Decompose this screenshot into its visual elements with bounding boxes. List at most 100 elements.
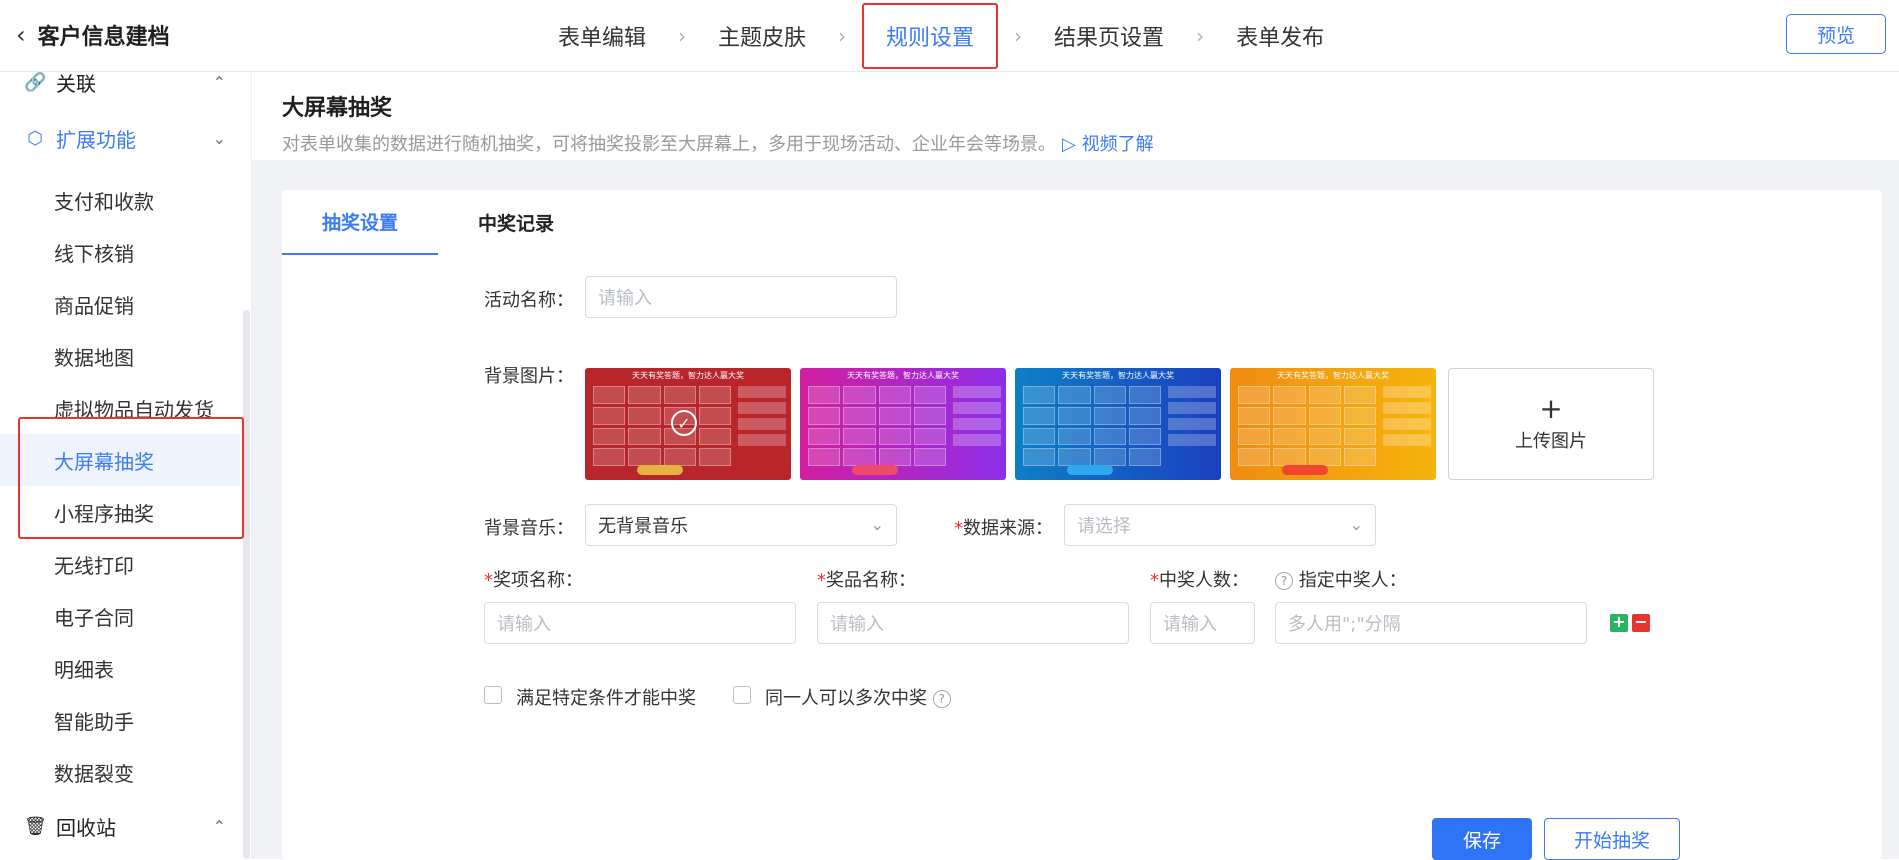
chevron-right-icon: ›	[1014, 24, 1023, 48]
bg-music-label: 背景音乐：	[484, 518, 574, 539]
play-circle-icon: ▷	[1062, 134, 1076, 155]
thumb-title: 天天有奖答题，智力达人赢大奖	[632, 371, 744, 380]
save-button[interactable]: 保存	[1432, 818, 1532, 860]
thumb-grid	[808, 386, 946, 466]
preview-button[interactable]: 预览	[1786, 14, 1886, 54]
lottery-card: 抽奖设置 中奖记录 活动名称： 请输入 背景图片： 天天有奖答题，智力达人赢大奖…	[282, 190, 1882, 860]
form-title: 客户信息建档	[37, 25, 170, 50]
start-lottery-button[interactable]: 开始抽奖	[1544, 818, 1680, 860]
data-source-select[interactable]: 请选择 ⌄	[1064, 504, 1376, 546]
winner-count-label: *中奖人数：	[1150, 570, 1249, 591]
data-source-label: *数据来源：	[954, 518, 1053, 539]
sidebar-group-label: 回收站	[56, 815, 116, 840]
chevron-left-icon: ‹	[16, 21, 26, 49]
chevron-up-icon: ⌃	[212, 72, 226, 92]
sidebar: 🔗 关联 ⌃ ⬡ 扩展功能 ⌄ 支付和收款 线下核销 商品促销 数据地图 虚拟物…	[0, 72, 252, 859]
tab-lottery-settings[interactable]: 抽奖设置	[282, 190, 438, 255]
thumb-button	[1067, 465, 1113, 475]
step-theme-skin[interactable]: 主题皮肤	[700, 3, 824, 69]
thumb-side	[1383, 386, 1431, 458]
thumb-grid	[1238, 386, 1376, 466]
thumb-title: 天天有奖答题，智力达人赢大奖	[847, 371, 959, 380]
sidebar-item-wireless-print[interactable]: 无线打印	[0, 538, 240, 590]
bg-thumb-red[interactable]: 天天有奖答题，智力达人赢大奖 ✓	[585, 368, 791, 480]
description-text: 对表单收集的数据进行随机抽奖，可将抽奖投影至大屏幕上，多用于现场活动、企业年会等…	[282, 134, 1056, 155]
sidebar-scrollbar[interactable]	[243, 310, 250, 859]
thumb-side	[1168, 386, 1216, 458]
winner-count-input[interactable]: 请输入	[1150, 602, 1255, 644]
help-icon: ?	[1275, 572, 1293, 590]
upload-image-button[interactable]: + 上传图片	[1448, 368, 1654, 480]
step-form-edit[interactable]: 表单编辑	[540, 3, 664, 69]
sidebar-item-data-map[interactable]: 数据地图	[0, 330, 240, 382]
bg-thumb-purple[interactable]: 天天有奖答题，智力达人赢大奖	[800, 368, 1006, 480]
bg-image-label: 背景图片：	[484, 366, 574, 387]
sidebar-group-label: 扩展功能	[56, 127, 136, 152]
step-nav: 表单编辑 › 主题皮肤 › 规则设置 › 结果页设置 › 表单发布	[540, 0, 1342, 72]
bg-music-select[interactable]: 无背景音乐 ⌄	[585, 504, 897, 546]
data-source-placeholder: 请选择	[1077, 516, 1131, 537]
sidebar-item-detail-table[interactable]: 明细表	[0, 642, 240, 694]
chevron-right-icon: ›	[838, 24, 847, 48]
assigned-winner-input[interactable]: 多人用";"分隔	[1275, 602, 1587, 644]
thumb-grid	[1023, 386, 1161, 466]
cube-icon: ⬡	[27, 127, 43, 149]
chevron-down-icon: ⌄	[212, 128, 226, 148]
thumb-side	[738, 386, 786, 458]
sidebar-item-big-screen-lottery[interactable]: 大屏幕抽奖	[0, 434, 240, 486]
remove-row-icon[interactable]: −	[1632, 614, 1650, 632]
video-link-label: 视频了解	[1081, 134, 1154, 155]
multi-win-checkbox-label: 同一人可以多次中奖 ?	[765, 684, 951, 710]
video-link[interactable]: ▷ 视频了解	[1062, 134, 1154, 155]
thumb-grid	[593, 386, 731, 466]
multi-win-checkbox[interactable]	[733, 686, 751, 704]
thumb-button	[637, 465, 683, 475]
page-header: 大屏幕抽奖 对表单收集的数据进行随机抽奖，可将抽奖投影至大屏幕上，多用于现场活动…	[252, 72, 1899, 160]
sidebar-item-promotion[interactable]: 商品促销	[0, 278, 240, 330]
back-button[interactable]: ‹ 客户信息建档	[16, 20, 170, 50]
bg-thumb-blue[interactable]: 天天有奖答题，智力达人赢大奖	[1015, 368, 1221, 480]
bg-music-value: 无背景音乐	[598, 516, 688, 537]
prize-item-label: *奖项名称：	[484, 570, 583, 591]
thumb-side	[953, 386, 1001, 458]
chevron-right-icon: ›	[678, 24, 687, 48]
chevron-down-icon: ⌄	[1349, 515, 1363, 534]
prize-name-label: *奖品名称：	[817, 570, 916, 591]
thumb-title: 天天有奖答题，智力达人赢大奖	[1277, 371, 1389, 380]
add-row-icon[interactable]: +	[1610, 614, 1628, 632]
sidebar-item-smart-assistant[interactable]: 智能助手	[0, 694, 240, 746]
step-result-page[interactable]: 结果页设置	[1036, 3, 1182, 69]
page-description: 对表单收集的数据进行随机抽奖，可将抽奖投影至大屏幕上，多用于现场活动、企业年会等…	[282, 130, 1869, 156]
thumb-button	[1282, 465, 1328, 475]
plus-icon: +	[1539, 392, 1563, 425]
help-icon: ?	[932, 690, 951, 708]
bg-thumb-orange[interactable]: 天天有奖答题，智力达人赢大奖	[1230, 368, 1436, 480]
trash-icon: 🗑	[24, 815, 47, 837]
activity-name-input[interactable]: 请输入	[585, 276, 897, 318]
sidebar-group-link[interactable]: 🔗 关联 ⌃	[0, 72, 240, 104]
condition-checkbox-label: 满足特定条件才能中奖	[516, 688, 696, 709]
prize-name-input[interactable]: 请输入	[817, 602, 1129, 644]
step-form-publish[interactable]: 表单发布	[1218, 3, 1342, 69]
main-content: 大屏幕抽奖 对表单收集的数据进行随机抽奖，可将抽奖投影至大屏幕上，多用于现场活动…	[252, 72, 1899, 860]
sidebar-item-e-contract[interactable]: 电子合同	[0, 590, 240, 642]
chevron-down-icon: ⌄	[870, 515, 884, 534]
upload-label: 上传图片	[1515, 431, 1587, 452]
sidebar-group-extensions[interactable]: ⬡ 扩展功能 ⌄	[0, 116, 240, 160]
sidebar-item-auto-delivery[interactable]: 虚拟物品自动发货	[0, 382, 240, 434]
tab-winner-records[interactable]: 中奖记录	[438, 190, 594, 255]
condition-checkbox[interactable]	[484, 686, 502, 704]
activity-name-label: 活动名称：	[484, 290, 574, 311]
page-title: 大屏幕抽奖	[282, 96, 393, 121]
top-bar: ‹ 客户信息建档 表单编辑 › 主题皮肤 › 规则设置 › 结果页设置 › 表单…	[0, 0, 1899, 72]
assigned-winner-label: ? 指定中奖人：	[1275, 566, 1407, 592]
sidebar-item-offline-verify[interactable]: 线下核销	[0, 226, 240, 278]
sidebar-group-trash[interactable]: 🗑 回收站 ⌃	[0, 804, 240, 848]
tab-bar: 抽奖设置 中奖记录	[282, 190, 594, 255]
thumb-title: 天天有奖答题，智力达人赢大奖	[1062, 371, 1174, 380]
sidebar-item-payment[interactable]: 支付和收款	[0, 174, 240, 226]
sidebar-item-miniapp-lottery[interactable]: 小程序抽奖	[0, 486, 240, 538]
prize-item-input[interactable]: 请输入	[484, 602, 796, 644]
step-rule-settings[interactable]: 规则设置	[862, 3, 999, 69]
sidebar-item-data-fission[interactable]: 数据裂变	[0, 746, 240, 798]
